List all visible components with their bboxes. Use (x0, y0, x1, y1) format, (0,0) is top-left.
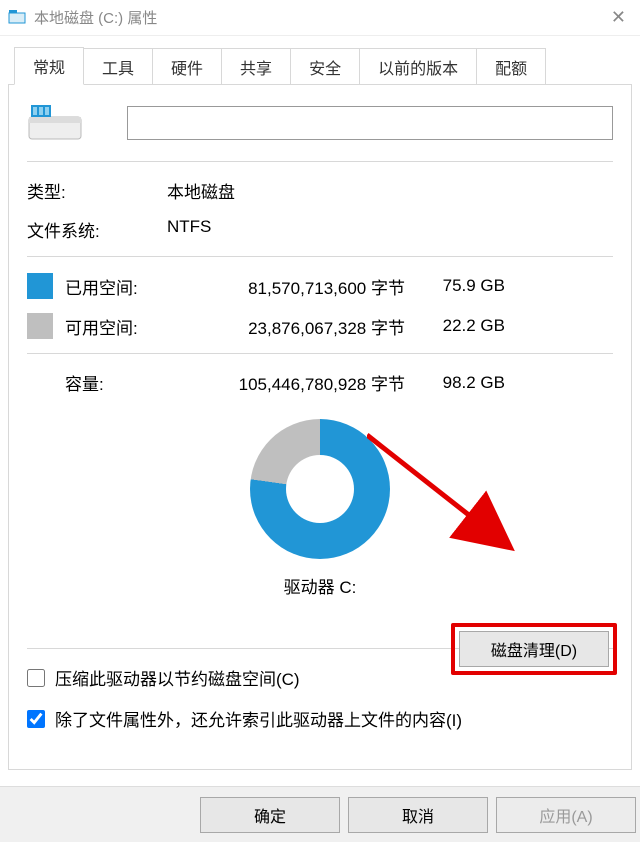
capacity-bytes: 105,446,780,928 字节 (195, 370, 415, 395)
donut-icon (250, 419, 390, 559)
tab-previous-versions[interactable]: 以前的版本 (359, 48, 477, 85)
cancel-button[interactable]: 取消 (348, 797, 488, 833)
type-label: 类型: (27, 178, 167, 203)
dialog-buttons: 确定 取消 应用(A) (0, 786, 640, 842)
separator (27, 161, 613, 162)
tab-quota[interactable]: 配额 (476, 48, 546, 85)
drive-name-input[interactable] (127, 106, 613, 140)
tab-hardware[interactable]: 硬件 (152, 48, 222, 85)
index-checkbox-label: 除了文件属性外，还允许索引此驱动器上文件的内容(I) (55, 706, 462, 731)
tab-security[interactable]: 安全 (290, 48, 360, 85)
capacity-label: 容量: (27, 370, 195, 395)
compress-checkbox-label: 压缩此驱动器以节约磁盘空间(C) (55, 665, 300, 690)
titlebar: 本地磁盘 (C:) 属性 ✕ (0, 0, 640, 36)
free-space-hr: 22.2 GB (415, 316, 505, 336)
annotation-highlight: 磁盘清理(D) (451, 623, 617, 675)
ok-button[interactable]: 确定 (200, 797, 340, 833)
used-space-label: 已用空间: (65, 274, 195, 299)
annotation-arrow-icon (367, 427, 537, 567)
free-space-bytes: 23,876,067,328 字节 (195, 314, 415, 339)
index-checkbox[interactable] (27, 710, 45, 728)
drive-icon-small (8, 9, 26, 27)
window-title: 本地磁盘 (C:) 属性 (34, 7, 605, 28)
drive-letter-label: 驱动器 C: (27, 573, 613, 598)
separator (27, 353, 613, 354)
capacity-hr: 98.2 GB (415, 373, 505, 393)
used-space-bytes: 81,570,713,600 字节 (195, 274, 415, 299)
drive-icon (27, 103, 83, 143)
free-space-label: 可用空间: (65, 314, 195, 339)
type-value: 本地磁盘 (167, 178, 613, 203)
usage-chart (27, 409, 613, 569)
disk-cleanup-button[interactable]: 磁盘清理(D) (459, 631, 609, 667)
tab-panel-general: 类型: 本地磁盘 文件系统: NTFS 已用空间: 81,570,713,600… (8, 84, 632, 770)
tabs: 常规 工具 硬件 共享 安全 以前的版本 配额 (14, 46, 632, 84)
free-swatch-icon (27, 313, 53, 339)
tab-general[interactable]: 常规 (14, 47, 84, 85)
filesystem-label: 文件系统: (27, 217, 167, 242)
used-space-hr: 75.9 GB (415, 276, 505, 296)
compress-checkbox[interactable] (27, 669, 45, 687)
close-icon[interactable]: ✕ (605, 7, 632, 28)
tab-sharing[interactable]: 共享 (221, 48, 291, 85)
apply-button[interactable]: 应用(A) (496, 797, 636, 833)
separator (27, 256, 613, 257)
used-swatch-icon (27, 273, 53, 299)
filesystem-value: NTFS (167, 217, 613, 242)
tab-tools[interactable]: 工具 (83, 48, 153, 85)
